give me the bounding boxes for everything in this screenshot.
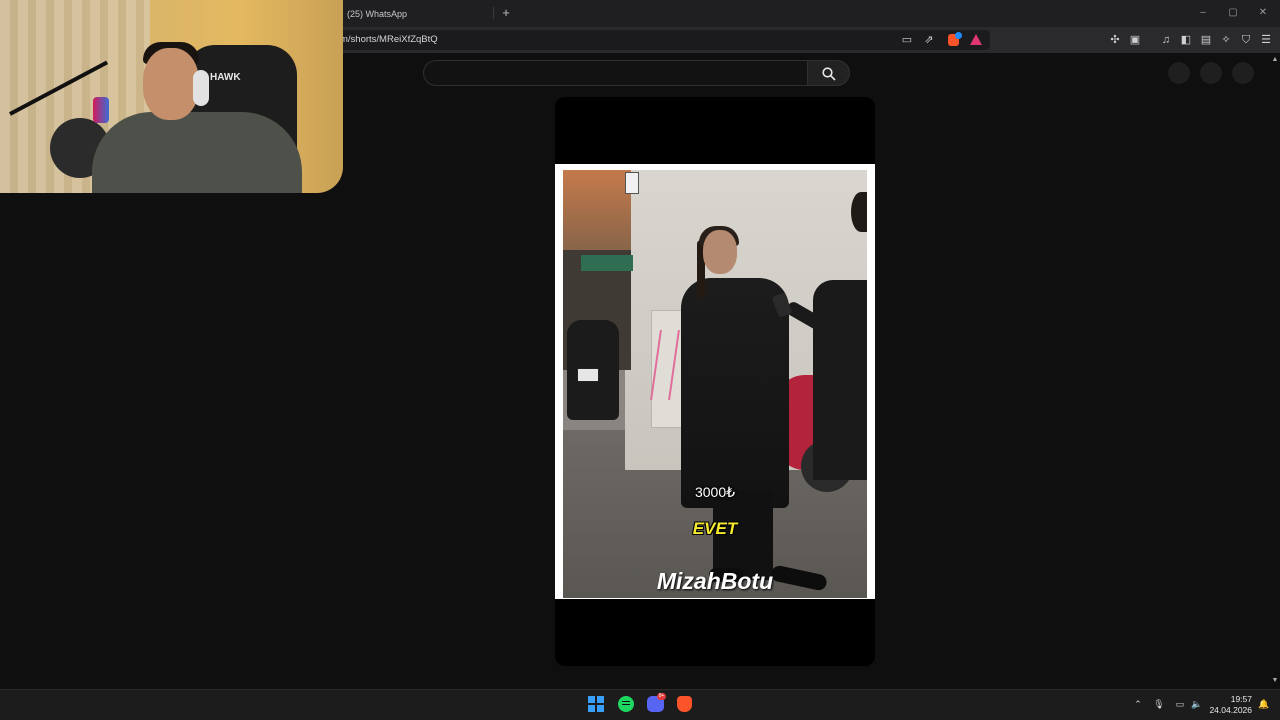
new-tab-button[interactable]: + [498, 5, 514, 21]
interviewer-head [851, 192, 867, 232]
chevron-up-icon[interactable]: ⌃ [1132, 698, 1144, 710]
notifications-button[interactable] [1200, 62, 1222, 84]
url-text[interactable]: m/shorts/MReiXfZqBtQ [340, 34, 438, 45]
minimize-button[interactable]: – [1196, 6, 1210, 20]
taskbar [0, 689, 1280, 720]
webcam-overlay: HAWK [0, 0, 343, 193]
tab-divider [493, 7, 494, 19]
man-face [703, 230, 737, 274]
wallet-icon[interactable]: ▤ [1199, 33, 1213, 47]
avatar[interactable] [1232, 62, 1254, 84]
search-input[interactable] [423, 60, 808, 86]
man-in-black-coat [681, 278, 789, 508]
headset [193, 70, 209, 106]
streamer-face [143, 48, 199, 120]
close-button[interactable]: ✕ [1256, 6, 1270, 20]
windows-start-icon[interactable] [588, 696, 604, 712]
chair-brand: HAWK [210, 72, 241, 83]
tab-title: (25) WhatsApp [347, 9, 408, 19]
tab-whatsapp[interactable]: (25) WhatsApp [330, 4, 495, 24]
streamer-body [92, 112, 302, 193]
shields-badge [955, 32, 962, 39]
spotify-icon[interactable] [618, 696, 634, 712]
rgb-microphone [93, 97, 109, 123]
extensions-icon[interactable]: ✣ [1108, 33, 1122, 47]
cast-icon[interactable]: ▭ [900, 33, 914, 47]
caption-answer: EVET [692, 519, 738, 538]
sidebar-icon[interactable]: ◧ [1179, 33, 1193, 47]
notification-icon[interactable]: 🔔 [1258, 698, 1270, 710]
scroll-down-icon[interactable]: ▼ [1270, 677, 1280, 687]
caption-price: 3000₺ [694, 484, 736, 500]
maximize-button[interactable]: ▢ [1226, 6, 1240, 20]
volume-icon[interactable]: 🔈 [1191, 698, 1203, 710]
screenshot-icon[interactable]: ▣ [1128, 33, 1142, 47]
channel-watermark: MizahBotu [656, 568, 774, 594]
street-sign [625, 172, 639, 194]
network-icon[interactable]: ▭ [1174, 698, 1186, 710]
leo-ai-icon[interactable]: ✧ [1219, 33, 1233, 47]
search-button[interactable] [807, 60, 850, 86]
vpn-shield-icon[interactable]: ⛉ [1239, 33, 1253, 47]
menu-icon[interactable]: ☰ [1259, 33, 1273, 47]
search-icon [822, 67, 836, 81]
discord-badge: 9+ [657, 693, 666, 700]
share-icon[interactable]: ⇗ [922, 33, 936, 47]
license-plate [577, 368, 599, 382]
microphone-icon[interactable]: 🎙 [1153, 698, 1165, 710]
clock-time[interactable]: 19:57 [1210, 694, 1252, 704]
clock-date[interactable]: 24.04.2026 [1206, 705, 1252, 715]
music-icon[interactable]: ♫ [1159, 33, 1173, 47]
brave-rewards-icon[interactable] [970, 34, 982, 45]
green-awning [581, 255, 633, 271]
brave-icon[interactable] [677, 696, 692, 712]
scroll-up-icon[interactable]: ▲ [1270, 56, 1280, 66]
create-button[interactable] [1168, 62, 1190, 84]
interviewer [813, 280, 867, 480]
